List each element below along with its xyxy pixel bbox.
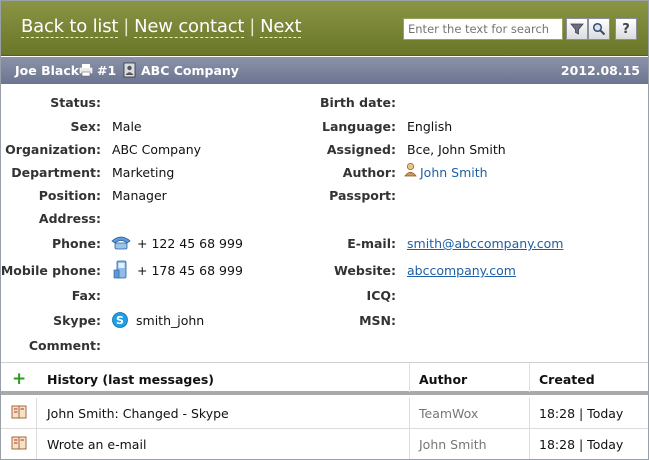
history-row[interactable]: Wrote an e-mail John Smith 18:28 | Today [0, 429, 649, 460]
history-column-message[interactable]: History (last messages) [47, 372, 214, 387]
filter-button[interactable] [566, 18, 588, 40]
search-input[interactable] [403, 18, 563, 40]
organization-label: Organization: [5, 142, 101, 157]
new-contact-link[interactable]: New contact [134, 16, 244, 38]
history-author: John Smith [419, 437, 487, 452]
author-label: Author: [342, 165, 396, 180]
email-link[interactable]: smith@abccompany.com [407, 236, 563, 251]
history-column-author[interactable]: Author [419, 372, 467, 387]
company-icon [122, 62, 138, 81]
website-link[interactable]: abccompany.com [407, 263, 516, 278]
mobile-phone-value: + 178 45 68 999 [137, 263, 243, 278]
msn-label: MSN: [359, 313, 396, 328]
contact-number: #1 [97, 63, 117, 78]
email-label: E-mail: [347, 236, 396, 251]
department-value: Marketing [112, 165, 175, 180]
organization-value: ABC Company [112, 142, 202, 157]
column-divider [529, 363, 530, 392]
top-nav: Back to list | New contact | Next [21, 16, 302, 38]
language-value: English [407, 119, 453, 134]
assigned-label: Assigned: [326, 142, 396, 157]
filter-icon [570, 23, 584, 35]
history-message[interactable]: John Smith: Changed - Skype [47, 406, 229, 421]
history-created: 18:28 | Today [539, 437, 624, 452]
next-link[interactable]: Next [260, 16, 302, 38]
phone-value: + 122 45 68 999 [137, 236, 243, 251]
print-button[interactable] [79, 63, 93, 80]
company-name: ABC Company [141, 63, 239, 78]
svg-text:S: S [116, 314, 124, 327]
history-created: 18:28 | Today [539, 406, 624, 421]
sex-label: Sex: [70, 119, 101, 134]
nav-separator: | [123, 16, 130, 37]
top-toolbar: Back to list|New contact|Next ? [0, 0, 649, 56]
magnifier-icon [592, 22, 606, 36]
skype-label: Skype: [53, 313, 101, 328]
contact-name: Joe Black [15, 63, 80, 78]
phone-label: Phone: [51, 236, 101, 251]
website-label: Website: [334, 263, 396, 278]
position-label: Position: [38, 188, 101, 203]
department-label: Department: [11, 165, 101, 180]
fax-label: Fax: [71, 288, 101, 303]
help-button[interactable]: ? [615, 18, 637, 40]
status-label: Status: [50, 95, 101, 110]
user-icon [404, 162, 417, 180]
history-message[interactable]: Wrote an e-mail [47, 437, 146, 452]
language-label: Language: [321, 119, 396, 134]
contact-title-bar: Joe Black #1 ABC Company 2012.08.15 [0, 57, 649, 84]
message-icon [11, 436, 27, 453]
comment-label: Comment: [28, 338, 101, 353]
phone-icon[interactable] [110, 233, 132, 254]
history-author: TeamWox [419, 406, 479, 421]
position-value: Manager [112, 188, 167, 203]
author-link[interactable]: John Smith [420, 165, 488, 180]
search-button[interactable] [588, 18, 610, 40]
assigned-value: Bce, John Smith [407, 142, 506, 157]
address-label: Address: [38, 211, 101, 226]
back-to-list-link[interactable]: Back to list [21, 16, 118, 38]
mobile-phone-icon[interactable] [112, 260, 132, 283]
add-message-button[interactable]: + [12, 369, 26, 389]
message-icon [11, 405, 27, 422]
passport-label: Passport: [329, 188, 396, 203]
contact-date: 2012.08.15 [560, 63, 640, 78]
history-row[interactable]: John Smith: Changed - Skype TeamWox 18:2… [0, 398, 649, 429]
printer-icon [79, 64, 93, 77]
mobile-phone-label: Mobile phone: [0, 263, 101, 278]
skype-icon[interactable]: S [111, 311, 129, 332]
sex-value: Male [112, 119, 142, 134]
nav-separator: | [249, 16, 256, 37]
birth-date-label: Birth date: [319, 95, 396, 110]
skype-value: smith_john [136, 313, 205, 328]
history-header: + History (last messages) Author Created [0, 362, 649, 395]
icq-label: ICQ: [366, 288, 396, 303]
column-divider [409, 363, 410, 392]
history-column-created[interactable]: Created [539, 372, 595, 387]
